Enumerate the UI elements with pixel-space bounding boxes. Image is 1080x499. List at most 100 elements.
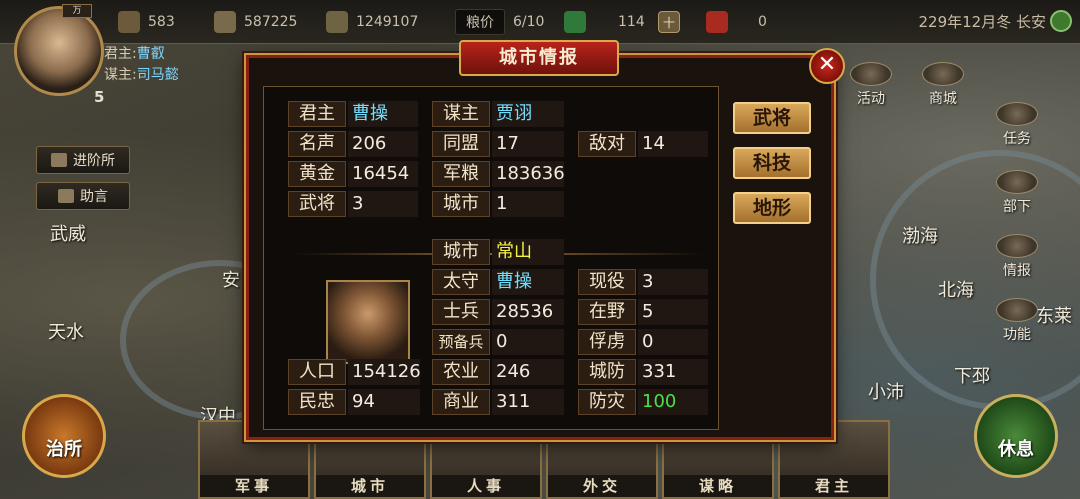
city-an[interactable]: 安: [222, 266, 240, 292]
lord-label: 君主:: [104, 46, 137, 62]
city-xiapi[interactable]: 下邳: [954, 362, 990, 388]
provisions-value: 183636: [492, 161, 565, 187]
city-intel-dialog: 城市情报 ✕ 君主 曹操 谋主 贾诩 名声 206 同盟 17 敌对 14 黄金…: [246, 40, 845, 440]
dialog-title: 城市情报: [459, 40, 619, 76]
lord-name: 曹叡: [136, 46, 165, 62]
grain-price: 粮价 6/10: [455, 9, 545, 35]
commerce-label: 商业: [432, 389, 490, 415]
active-duty-label: 现役: [578, 269, 636, 295]
avatar-badge: 万: [62, 4, 92, 18]
quest-label: 任务: [1003, 131, 1031, 147]
wild-label: 在野: [578, 299, 636, 325]
date-location: 229年12月冬 长安: [918, 13, 1047, 31]
activity-label: 活动: [857, 91, 885, 107]
token-value: 0: [758, 14, 767, 30]
terrain-button[interactable]: 地形: [733, 192, 811, 224]
alliance-label: 同盟: [432, 131, 490, 157]
defense-value: 331: [638, 359, 708, 385]
personnel-label: 人事: [432, 475, 540, 497]
resource-2-icon: [214, 11, 236, 33]
grain-price-value: 6/10: [513, 14, 545, 30]
jade-icon: [564, 11, 586, 33]
loyalty-label: 民忠: [288, 389, 346, 415]
advance-hall-label: 进阶所: [73, 153, 115, 169]
book-icon: [58, 189, 74, 203]
strategist-field-value: 贾诩: [492, 101, 564, 127]
lord-tab-label: 君主: [780, 475, 888, 497]
city-bohai[interactable]: 渤海: [902, 222, 938, 248]
alliance-value: 17: [492, 131, 564, 157]
advice-button[interactable]: 助言: [36, 182, 130, 210]
generals-button[interactable]: 武将: [733, 102, 811, 134]
resource-token: 0: [706, 10, 767, 34]
functions-label: 功能: [1003, 327, 1031, 343]
resource-1-icon: [118, 11, 140, 33]
add-jade-button[interactable]: 十: [658, 10, 688, 34]
activity-icon: [850, 62, 892, 86]
agriculture-value: 246: [492, 359, 564, 385]
resource-1: 583: [118, 10, 175, 34]
city-beihai[interactable]: 北海: [938, 276, 974, 302]
reserve-troops-label: 预备兵: [432, 329, 490, 355]
strategist-label: 谋主:: [104, 67, 137, 83]
technology-button[interactable]: 科技: [733, 147, 811, 179]
governance-label: 治所: [46, 439, 82, 460]
active-duty-value: 3: [638, 269, 708, 295]
cities-label: 城市: [432, 191, 490, 217]
city-xiaopei[interactable]: 小沛: [868, 378, 904, 404]
defense-label: 城防: [578, 359, 636, 385]
shop-button[interactable]: 商城: [916, 62, 970, 108]
resource-3-icon: [326, 11, 348, 33]
rest-button[interactable]: 休息: [974, 394, 1058, 478]
reserve-troops-value: 0: [492, 329, 564, 355]
fame-value: 206: [348, 131, 418, 157]
governance-button[interactable]: 治所: [22, 394, 106, 478]
settings-gear-icon[interactable]: [1050, 10, 1072, 32]
advance-hall-button[interactable]: 进阶所: [36, 146, 130, 174]
soldiers-value: 28536: [492, 299, 564, 325]
player-info: 君主:曹叡 谋主:司马懿: [104, 44, 179, 86]
intel-icon: [996, 234, 1038, 258]
quest-button[interactable]: 任务: [990, 102, 1044, 148]
strategist-name: 司马懿: [136, 67, 179, 83]
disaster-prevention-label: 防灾: [578, 389, 636, 415]
prisoners-value: 0: [638, 329, 708, 355]
resource-bar: 583 587225 1249107 粮价 6/10 114 十 0 229年1…: [0, 0, 1080, 44]
token-icon: [706, 11, 728, 33]
functions-button[interactable]: 功能: [990, 298, 1044, 344]
hall-icon: [51, 153, 67, 167]
resource-2-value: 587225: [244, 14, 298, 30]
quest-icon: [996, 102, 1038, 126]
player-level: 5: [94, 88, 105, 106]
diplomacy-label: 外交: [548, 475, 656, 497]
lord-field-label: 君主: [288, 101, 346, 127]
resource-2: 587225: [214, 10, 297, 34]
governor-portrait: [326, 280, 410, 364]
plus-icon[interactable]: 十: [658, 11, 680, 33]
subordinates-label: 部下: [1003, 199, 1031, 215]
governor-value: 曹操: [492, 269, 564, 295]
city-name-value: 常山: [492, 239, 564, 265]
prisoners-label: 俘虏: [578, 329, 636, 355]
resource-3: 1249107: [326, 10, 418, 34]
rest-label: 休息: [998, 439, 1034, 460]
close-icon[interactable]: ✕: [809, 48, 845, 84]
city-wuwei[interactable]: 武威: [50, 220, 86, 246]
grain-price-label: 粮价: [455, 9, 505, 35]
subordinates-button[interactable]: 部下: [990, 170, 1044, 216]
city-tianshui[interactable]: 天水: [48, 318, 84, 344]
advice-label: 助言: [80, 189, 108, 205]
disaster-prevention-value: 100: [638, 389, 708, 415]
resource-jade: 114: [564, 10, 645, 34]
provisions-label: 军粮: [432, 161, 490, 187]
shop-label: 商城: [929, 91, 957, 107]
functions-gear-icon: [996, 298, 1038, 322]
activity-button[interactable]: 活动: [844, 62, 898, 108]
subordinates-icon: [996, 170, 1038, 194]
city-name-label: 城市: [432, 239, 490, 265]
soldiers-label: 士兵: [432, 299, 490, 325]
player-avatar[interactable]: [14, 6, 104, 96]
intel-button[interactable]: 情报: [990, 234, 1044, 280]
generals-value: 3: [348, 191, 418, 217]
loyalty-value: 94: [348, 389, 420, 415]
